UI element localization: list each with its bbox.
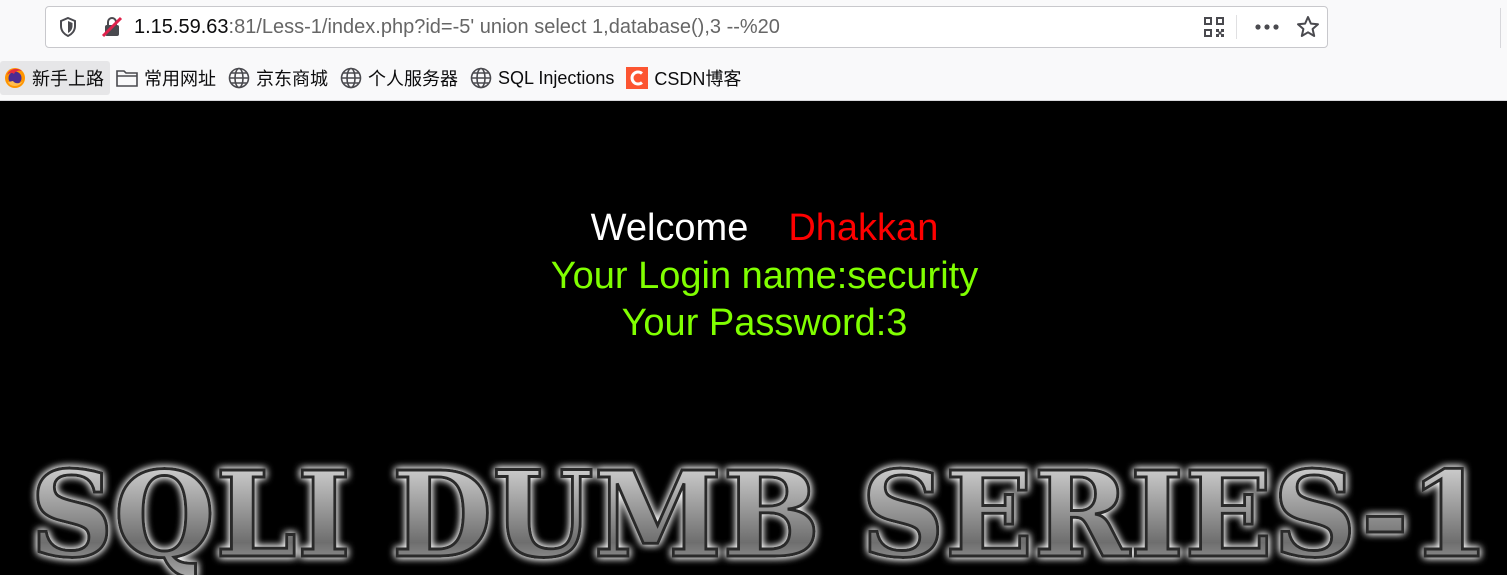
tracking-shield-icon[interactable] xyxy=(56,7,80,47)
sqli-dumb-series-banner: SQLI DUMB SERIES-1 xyxy=(29,444,1492,575)
globe-icon xyxy=(340,67,362,89)
qr-code-icon[interactable] xyxy=(1201,7,1227,47)
bookmark-sql-injections[interactable]: SQL Injections xyxy=(466,61,620,95)
bookmark-star-icon[interactable] xyxy=(1294,7,1322,47)
more-actions-icon[interactable] xyxy=(1253,7,1281,47)
bookmark-label: 京东商城 xyxy=(256,69,328,89)
login-name-result: Your Login name:security xyxy=(550,255,979,297)
folder-icon xyxy=(116,67,138,89)
csdn-icon xyxy=(626,67,649,89)
bookmark-label: 新手上路 xyxy=(32,69,104,89)
bookmark-label: 常用网址 xyxy=(144,69,216,89)
url-host: 1.15.59.63 xyxy=(134,16,229,38)
bookmark-folder-common-sites[interactable]: 常用网址 xyxy=(112,61,222,95)
url-divider xyxy=(1236,15,1237,39)
banner-text: SQLI DUMB SERIES-1 xyxy=(30,445,1490,575)
address-bar[interactable]: 1.15.59.63:81/Less-1/index.php?id=-5' un… xyxy=(45,6,1328,48)
page-content: Welcome Dhakkan Your Login name:security … xyxy=(0,101,1507,575)
bookmark-getting-started[interactable]: 新手上路 xyxy=(0,61,110,95)
bookmark-label: CSDN博客 xyxy=(654,69,742,89)
globe-icon xyxy=(470,67,492,89)
insecure-lock-icon[interactable] xyxy=(98,7,126,47)
user-name: Dhakkan xyxy=(788,207,939,249)
bookmark-label: SQL Injections xyxy=(498,67,615,88)
bookmark-jd-mall[interactable]: 京东商城 xyxy=(224,61,334,95)
browser-chrome: 1.15.59.63:81/Less-1/index.php?id=-5' un… xyxy=(0,0,1507,101)
url-path: :81/Less-1/index.php?id=-5' union select… xyxy=(228,16,780,38)
welcome-line: Welcome Dhakkan xyxy=(0,205,1507,251)
bookmark-label: 个人服务器 xyxy=(368,69,458,89)
url-text[interactable]: 1.15.59.63:81/Less-1/index.php?id=-5' un… xyxy=(134,7,780,47)
window-edge xyxy=(1500,8,1507,48)
welcome-text: Welcome xyxy=(590,207,749,249)
globe-icon xyxy=(228,67,250,89)
bookmark-personal-server[interactable]: 个人服务器 xyxy=(336,61,464,95)
bookmark-csdn-blog[interactable]: CSDN博客 xyxy=(622,61,747,95)
firefox-icon xyxy=(4,67,26,89)
password-result: Your Password:3 xyxy=(621,302,908,344)
bookmarks-toolbar: 新手上路 常用网址 京东商城 个人服务器 SQL Injections CSDN… xyxy=(0,60,749,96)
